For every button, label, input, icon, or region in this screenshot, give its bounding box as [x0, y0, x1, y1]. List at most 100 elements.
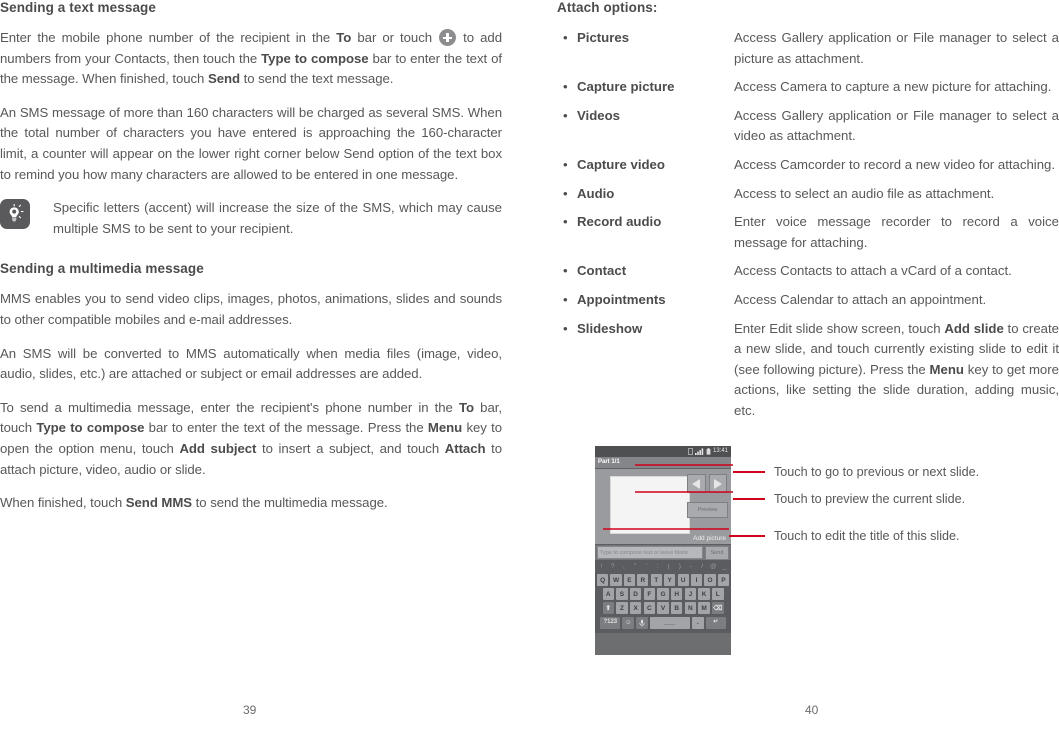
next-slide-button[interactable] [708, 474, 727, 493]
option-description: Access Calendar to attach an appointment… [734, 291, 987, 307]
key-p[interactable]: P [717, 574, 730, 586]
key-x[interactable]: X [629, 602, 642, 615]
key-h[interactable]: H [670, 588, 683, 601]
previous-slide-button[interactable] [687, 474, 706, 493]
microphone-key-icon[interactable] [636, 616, 648, 629]
list-item: • Capture video Access Camcorder to reco… [557, 155, 1059, 176]
paragraph-to-send-multimedia: To send a multimedia message, enter the … [0, 398, 502, 480]
key-u[interactable]: U [677, 574, 689, 586]
key-quote[interactable]: " [631, 562, 640, 571]
key-r[interactable]: R [637, 574, 649, 586]
bullet-icon: • [563, 185, 568, 201]
key-hyphen[interactable]: - [686, 562, 695, 571]
key-l[interactable]: L [712, 588, 724, 601]
right-page-column: Attach options: • Pictures Access Galler… [557, 0, 1059, 430]
key-t[interactable]: T [650, 574, 662, 586]
period-key[interactable]: . [692, 616, 704, 629]
compose-placeholder: Type to compose text or leave blank [600, 549, 689, 556]
bold-send-mms: Send MMS [125, 495, 193, 511]
key-w[interactable]: W [610, 574, 622, 586]
space-key[interactable]: ___ [649, 616, 690, 629]
key-a[interactable]: A [602, 588, 614, 601]
key-c[interactable]: C [643, 602, 656, 615]
callout-previous-next-slide: Touch to go to previous or next slide. [733, 464, 979, 480]
slide-thumbnail[interactable] [610, 476, 690, 534]
list-item: • Videos Access Gallery application or F… [557, 106, 1059, 147]
key-f[interactable]: F [643, 588, 656, 601]
add-picture-label[interactable]: Add picture [693, 535, 726, 542]
backspace-key-icon[interactable]: ⌫ [712, 602, 724, 615]
option-description: Access Contacts to attach a vCard of a c… [734, 263, 1012, 279]
text-run: to send the multimedia message. [192, 495, 388, 511]
attach-options-list: • Pictures Access Gallery application or… [557, 28, 1059, 422]
key-v[interactable]: V [657, 602, 669, 615]
bullet-icon: • [563, 107, 568, 123]
key-i[interactable]: I [690, 574, 703, 586]
bullet-icon: • [563, 214, 568, 230]
bullet-icon: • [563, 320, 568, 336]
key-j[interactable]: J [684, 588, 697, 601]
key-paren-open[interactable]: ( [664, 562, 673, 571]
key-y[interactable]: Y [664, 574, 676, 586]
key-q[interactable]: Q [596, 574, 609, 586]
phone-screenshot: 13:41 Part 1/1 Preview Add picture Type … [595, 446, 731, 655]
key-slash[interactable]: / [698, 562, 707, 571]
text-run: Enter the mobile phone number of the rec… [0, 30, 337, 45]
shift-key-icon[interactable]: ⬆ [602, 602, 614, 615]
numeric-mode-key[interactable]: ?123 [600, 616, 621, 629]
text-run: to insert a subject, and touch [256, 440, 445, 456]
slide-edit-area: Preview Add picture [595, 469, 731, 544]
key-question[interactable]: ? [608, 562, 617, 571]
compose-input[interactable]: Type to compose text or leave blank [597, 546, 703, 559]
key-colon[interactable]: : [653, 562, 662, 571]
paragraph-sms-160-characters: An SMS message of more than 160 characte… [0, 104, 502, 182]
keyboard-row-1: Q W E R T Y U I O P [596, 574, 730, 586]
key-exclamation[interactable]: ! [597, 562, 606, 571]
keyboard-row-4: ?123 ☺ ___ . ↵ [597, 616, 729, 629]
list-item: • Appointments Access Calendar to attach… [557, 290, 1059, 311]
bold-menu: Menu [427, 420, 463, 436]
bold-type-to-compose: Type to compose [261, 50, 369, 66]
preview-slide-button[interactable]: Preview [687, 502, 728, 518]
key-e[interactable]: E [623, 574, 636, 586]
bold-menu: Menu [929, 361, 964, 377]
key-apostrophe[interactable]: ' [642, 562, 651, 571]
key-m[interactable]: M [698, 602, 710, 615]
status-bar-clock: 13:41 [712, 448, 728, 454]
slide-part-bar: Part 1/1 [595, 457, 731, 469]
list-item: • Audio Access to select an audio file a… [557, 184, 1059, 205]
slide-controls: Preview [687, 474, 728, 518]
key-comma[interactable]: , [619, 562, 628, 571]
key-g[interactable]: G [657, 588, 669, 601]
page-title-sending-multimedia-message: Sending a multimedia message [0, 261, 204, 277]
key-z[interactable]: Z [616, 602, 628, 615]
key-paren-close[interactable]: ) [675, 562, 684, 571]
key-k[interactable]: K [698, 588, 710, 601]
keyboard-row-2: A S D F G H J K L [597, 588, 729, 601]
bold-add-subject: Add subject [179, 440, 257, 456]
option-description: Access Gallery application or File manag… [734, 107, 1059, 144]
key-at[interactable]: @ [709, 562, 718, 571]
page-title-attach-options: Attach options: [557, 0, 658, 15]
bold-type-to-compose: Type to compose [36, 420, 145, 436]
option-term: Appointments [577, 291, 666, 307]
option-description: Access Camera to capture a new picture f… [734, 79, 1052, 95]
compose-row: Type to compose text or leave blank Send [595, 544, 731, 560]
key-d[interactable]: D [629, 588, 642, 601]
option-term: Slideshow [577, 320, 643, 336]
text-run: bar to enter the text of the message. Pr… [144, 420, 428, 436]
key-n[interactable]: N [684, 602, 697, 615]
callout-text: Touch to edit the title of this slide. [774, 529, 960, 543]
key-underscore[interactable]: _ [720, 562, 729, 571]
send-button[interactable]: Send [705, 545, 729, 560]
option-description: Access to select an audio file as attach… [734, 185, 995, 201]
key-b[interactable]: B [670, 602, 683, 615]
emoji-key-icon[interactable]: ☺ [622, 616, 634, 629]
key-s[interactable]: S [616, 588, 628, 601]
bold-to: To [336, 30, 352, 45]
bullet-icon: • [563, 291, 568, 307]
enter-key-icon[interactable]: ↵ [705, 616, 726, 629]
manual-page-spread: Sending a text message Enter the mobile … [0, 0, 1059, 731]
bold-send: Send [207, 71, 241, 87]
key-o[interactable]: O [704, 574, 716, 586]
